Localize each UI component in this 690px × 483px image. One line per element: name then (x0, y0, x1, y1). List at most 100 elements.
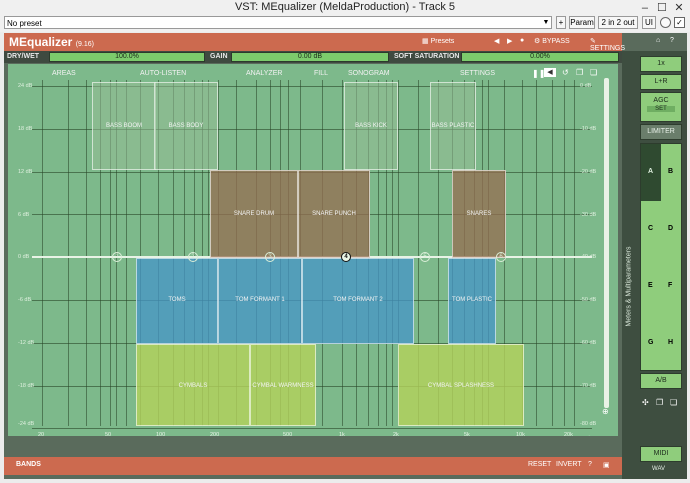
settings-button[interactable]: ✎ SETTINGS (590, 37, 625, 52)
paste-icon[interactable]: ❏ (670, 398, 677, 407)
morph-icon[interactable]: ✣ (642, 398, 649, 407)
zone-label: BASS BOOM (105, 123, 142, 129)
add-preset-button[interactable]: + (556, 16, 566, 29)
close-button[interactable]: ✕ (672, 1, 686, 14)
zone-label: SNARE PUNCH (312, 211, 356, 217)
gain-slider[interactable]: 0.00 dB (231, 52, 389, 62)
zone-cymbal-splashness[interactable]: CYMBAL SPLASHNESS (398, 344, 524, 426)
minimize-button[interactable]: – (638, 2, 652, 14)
db-left-label: -6 dB (18, 297, 32, 303)
power-icon[interactable] (660, 17, 671, 28)
midi-button[interactable]: MIDI (640, 446, 682, 462)
slot-e[interactable]: E (648, 282, 653, 289)
band-handle-selected[interactable]: 4 (341, 252, 351, 262)
freq-label: 200 (210, 432, 220, 436)
zone-bass-boom[interactable]: BASS BOOM (92, 82, 156, 170)
lr-button[interactable]: L+R (640, 74, 682, 90)
slot-b[interactable]: B (668, 168, 673, 175)
vertical-scrollbar[interactable] (604, 78, 609, 408)
slot-h[interactable]: H (668, 339, 673, 346)
plugin-header: MEqualizer (9.16) ▦ Presets ◀ ▶ ● ⚙ BYPA… (4, 33, 674, 52)
drywet-label: DRY/WET (7, 53, 40, 60)
copy-icon[interactable]: ❐ (576, 68, 583, 77)
home-icon[interactable]: ⌂ (656, 37, 660, 44)
band-handle[interactable]: 1 (112, 252, 122, 262)
tab-auto-listen[interactable]: AUTO-LISTEN (140, 70, 186, 77)
band-handle[interactable]: 6 (496, 252, 506, 262)
tab-analyzer[interactable]: ANALYZER (246, 70, 282, 77)
zone-toms[interactable]: TOMS (136, 258, 218, 344)
prev-preset-button[interactable]: ◀ (494, 37, 499, 45)
io-button[interactable]: 2 in 2 out (598, 16, 638, 29)
db-left-label: 12 dB (18, 169, 33, 175)
maximize-button[interactable]: ☐ (655, 1, 669, 14)
speaker-icon[interactable]: ◀ (544, 68, 556, 77)
tab-fill[interactable]: FILL (314, 70, 328, 77)
tab-sonogram[interactable]: SONOGRAM (348, 70, 390, 77)
bypass-label: BYPASS (542, 38, 570, 45)
reset-button[interactable]: RESET (528, 461, 551, 468)
saturation-slider[interactable]: 0.00% (461, 52, 619, 62)
zone-bass-body[interactable]: BASS BODY (154, 82, 218, 170)
meters-multiparameters-tab[interactable]: Meters & Multiparameters (624, 158, 636, 408)
bypass-button[interactable]: ⚙ BYPASS (534, 37, 570, 45)
zone-cymbal-warmness[interactable]: CYMBAL WARMNESS (250, 344, 316, 426)
next-preset-button[interactable]: ▶ (507, 37, 512, 45)
zone-snare-drum[interactable]: SNARE DRUM (210, 170, 298, 258)
zone-bass-plastic[interactable]: BASS PLASTIC (430, 82, 476, 170)
db-right-label: 0 dB (580, 83, 592, 89)
invert-button[interactable]: INVERT (556, 461, 582, 468)
limiter-button[interactable]: LIMITER (640, 124, 682, 140)
eq-display[interactable]: AREAS AUTO-LISTEN ANALYZER FILL SONOGRAM… (8, 64, 618, 436)
grid-line (574, 80, 575, 426)
freq-label: 10k (516, 432, 525, 436)
zone-bass-kick[interactable]: BASS KICK (344, 82, 398, 170)
zone-tom-formant-1[interactable]: TOM FORMANT 1 (218, 258, 302, 344)
zoom-in-icon[interactable]: ⊕ (602, 407, 609, 416)
ab-button[interactable]: A/B (640, 373, 682, 389)
zone-snare-punch[interactable]: SNARE PUNCH (298, 170, 370, 258)
set-button[interactable]: SET (647, 106, 675, 112)
undo-icon[interactable]: ↺ (562, 68, 569, 77)
presets-button[interactable]: ▦ Presets (422, 37, 454, 45)
clock-icon[interactable]: ● (520, 37, 524, 44)
slot-c[interactable]: C (648, 225, 653, 232)
slot-d[interactable]: D (668, 225, 673, 232)
wav-label[interactable]: WAV (652, 466, 665, 472)
zone-snares[interactable]: SNARES (452, 170, 506, 258)
agc-button[interactable]: AGC SET (640, 92, 682, 122)
1x-button[interactable]: 1x (640, 56, 682, 72)
tab-settings[interactable]: SETTINGS (460, 70, 495, 77)
db-left-label: -18 dB (18, 383, 35, 389)
drywet-slider[interactable]: 100.0% (49, 52, 205, 62)
zone-cymbals[interactable]: CYMBALS (136, 344, 250, 426)
db-left-label: 24 dB (18, 83, 33, 89)
checkbox-icon[interactable]: ✓ (674, 17, 685, 28)
help-button[interactable]: ? (588, 461, 592, 468)
preset-select[interactable]: No preset ▼ (4, 16, 552, 29)
zone-label: CYMBAL WARMNESS (252, 383, 314, 389)
expand-icon[interactable]: ▣ (603, 461, 610, 469)
slot-g[interactable]: G (648, 339, 653, 346)
slot-f[interactable]: F (668, 282, 672, 289)
band-handle[interactable]: 3 (265, 252, 275, 262)
param-button[interactable]: Param (569, 16, 595, 29)
zone-tom-formant-2[interactable]: TOM FORMANT 2 (302, 258, 414, 344)
db-right-label: -10 dB (580, 126, 597, 132)
help-icon[interactable]: ? (670, 37, 674, 44)
ui-button[interactable]: UI (642, 16, 656, 29)
freq-label: 2k (393, 432, 399, 436)
zone-label: BASS BODY (168, 123, 204, 129)
freq-label: 50 (105, 432, 112, 436)
band-handle[interactable]: 2 (188, 252, 198, 262)
zone-tom-plastic[interactable]: TOM PLASTIC (448, 258, 496, 344)
tab-areas[interactable]: AREAS (52, 70, 76, 77)
freq-label: 1k (339, 432, 345, 436)
zone-label: BASS PLASTIC (431, 123, 475, 129)
paste-icon[interactable]: ❏ (590, 68, 597, 77)
freq-label: 5k (464, 432, 470, 436)
copy-icon[interactable]: ❐ (656, 398, 663, 407)
band-handle[interactable]: 5 (420, 252, 430, 262)
zoom-in-icon[interactable]: ⊕ (586, 434, 593, 436)
db-right-label: -80 dB (580, 421, 597, 427)
